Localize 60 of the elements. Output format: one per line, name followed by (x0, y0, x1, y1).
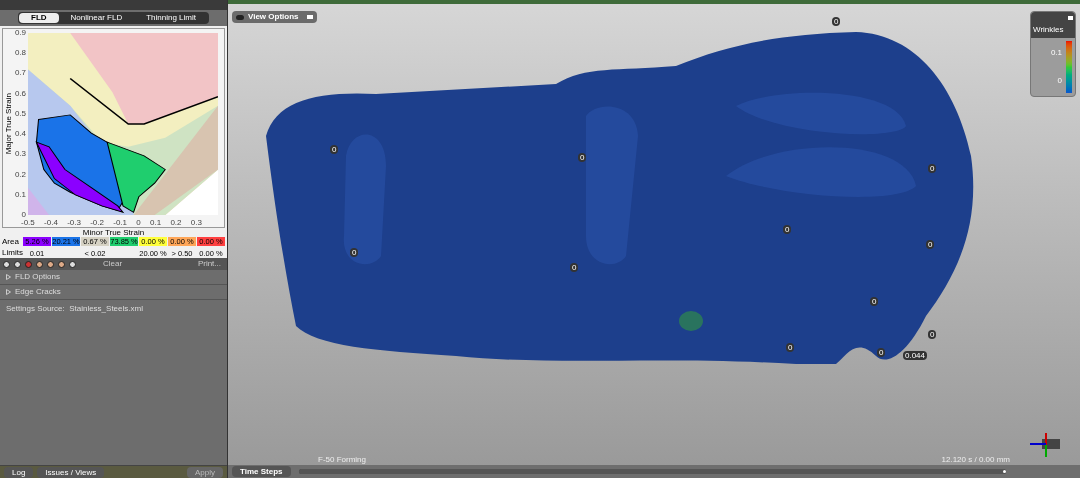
log-button[interactable]: Log (4, 466, 34, 478)
value-tag: 0 (832, 17, 841, 26)
view-options-label: View Options (248, 11, 299, 23)
value-tag: 0 (928, 330, 937, 339)
tick-label: -0.1 (113, 219, 128, 227)
legend-min-value: 0 (1057, 75, 1062, 87)
timeline-slider[interactable] (298, 469, 1006, 474)
legend-title: Wrinkles (1033, 24, 1065, 36)
color-scale-bar (1066, 41, 1072, 93)
tick-label: 0.3 (14, 150, 26, 159)
value-tag: 0 (330, 145, 339, 154)
value-tag: 0 (928, 164, 937, 173)
value-tag: 0 (570, 263, 579, 272)
settings-source: Settings Source: Stainless_Steels.xml (5, 303, 144, 315)
tick-label: 0.2 (14, 170, 26, 179)
tick-label: 0.8 (14, 49, 26, 58)
view-options-bar[interactable]: View Options (232, 11, 317, 23)
row-label: Area (2, 237, 20, 246)
tick-label: 0.4 (14, 130, 26, 139)
tick-label: 0 (136, 219, 141, 227)
expand-icon (6, 274, 11, 280)
value-tag: 0 (870, 297, 879, 306)
section-header[interactable]: Edge Cracks (0, 285, 227, 300)
tick-label: 0.6 (14, 89, 26, 98)
value-tag: 0 (578, 153, 587, 162)
row-label: Limits (2, 247, 22, 257)
tab[interactable]: Nonlinear FLD (58, 13, 135, 23)
tick-label: 0.1 (150, 219, 162, 227)
section-header[interactable]: FLD Options (0, 270, 227, 285)
value-tag: 0 (877, 348, 886, 357)
tick-label: -0.5 (21, 219, 35, 227)
legend-max-value: 0.1 (1050, 47, 1062, 59)
print-button[interactable]: Print... (193, 260, 225, 268)
value-tag: 0 (786, 343, 795, 352)
tab[interactable]: FLD (19, 13, 59, 23)
tick-label: 0.5 (14, 109, 26, 118)
value-tag: 0 (783, 225, 792, 234)
time-steps-button[interactable]: Time Steps (232, 466, 291, 477)
clear-button[interactable]: Clear (95, 260, 131, 268)
step-name: F-50 Forming (318, 456, 366, 464)
pin-icon[interactable] (306, 15, 313, 19)
tick-label: -0.4 (44, 219, 58, 227)
value-tag: 0.044 (903, 351, 928, 360)
value-tag: 0 (926, 240, 935, 249)
tick-label: 0.2 (170, 219, 182, 227)
axis-label: Major True Strain (4, 93, 13, 155)
tick-label: -0.2 (90, 219, 104, 227)
tick-label: 0.1 (14, 190, 26, 199)
tick-label: 0.3 (190, 219, 202, 227)
tab[interactable]: Thinning Limit (134, 13, 208, 23)
eye-icon (236, 14, 244, 20)
issues-views-button[interactable]: Issues / Views (37, 466, 105, 478)
tick-label: -0.3 (67, 219, 81, 227)
tick-label: 0.7 (14, 69, 26, 78)
expand-icon (6, 289, 11, 295)
axis-label: Minor True Strain (82, 228, 145, 237)
value-tag: 0 (350, 248, 359, 257)
time-reading: 12.120 s / 0.00 mm (941, 456, 1010, 464)
tick-label: 0.9 (14, 29, 26, 37)
tick-label: 0 (21, 210, 26, 219)
